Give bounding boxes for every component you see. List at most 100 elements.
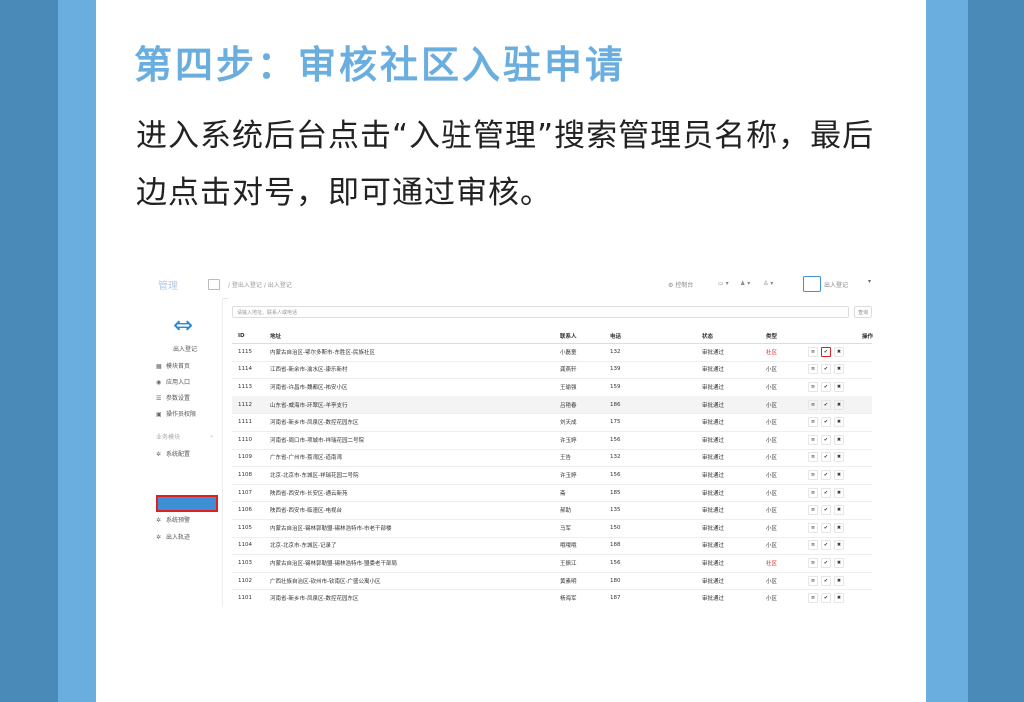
cell-phone: 186	[610, 401, 621, 408]
list-icon[interactable]: ≡	[808, 417, 818, 428]
cell-contact: 郝助	[560, 508, 572, 515]
list-icon[interactable]: ≡	[808, 522, 818, 533]
calendar-dropdown[interactable]: ▭ ▾	[718, 280, 729, 287]
instruction-card: 第四步：审核社区入驻申请 进入系统后台点击“入驻管理”搜索管理员名称，最后边点击…	[96, 0, 926, 702]
cell-status: 审批通过	[702, 490, 725, 497]
reject-x-icon[interactable]: ✖	[834, 381, 844, 392]
sidebar-item-label: 参数设置	[166, 395, 191, 402]
doc-icon: ▣	[156, 411, 162, 418]
header-id: ID	[238, 333, 245, 339]
sidebar-item-home[interactable]: ▦ 模块首页	[156, 360, 216, 374]
table-row: 1113 河南省-许昌市-魏都区-祐安小区 王瑜强 159 审批通过 小区 ≡ ✔ ✖	[232, 378, 872, 397]
row-actions: ≡ ✔ ✖	[808, 572, 868, 590]
approve-check-icon[interactable]: ✔	[821, 540, 831, 551]
list-icon[interactable]: ≡	[808, 540, 818, 551]
list-icon[interactable]: ≡	[808, 346, 818, 357]
cell-status: 审批通过	[702, 349, 725, 356]
header-phone: 电话	[610, 334, 622, 340]
step-description: 进入系统后台点击“入驻管理”搜索管理员名称，最后边点击对号，即可通过审核。	[136, 118, 875, 211]
user-dropdown[interactable]: ♙ ▾	[763, 280, 773, 287]
reject-x-icon[interactable]: ✖	[834, 417, 844, 428]
approve-check-icon[interactable]: ✔	[821, 575, 831, 586]
row-actions: ≡ ✔ ✖	[808, 413, 868, 431]
search-input[interactable]: 请输入地址、联系人或电话	[232, 306, 849, 318]
cell-address: 广西壮族自治区-钦州市-钦南区-广盛公寓小区	[270, 578, 381, 585]
sidebar-item-label: 出入轨迹	[166, 534, 191, 541]
sidebar-item-entry-management[interactable]	[156, 495, 218, 512]
reject-x-icon[interactable]: ✖	[834, 469, 844, 480]
app-name[interactable]: 出入登记	[824, 280, 848, 289]
list-icon[interactable]: ≡	[808, 593, 818, 604]
left-stripe	[58, 0, 96, 702]
cell-address: 内蒙古自治区-锡林郭勒盟-锡林浩特市-盟委老干部局	[270, 560, 397, 567]
approve-check-icon[interactable]: ✔	[821, 593, 831, 604]
list-icon[interactable]: ≡	[808, 381, 818, 392]
cell-type: 小区	[766, 472, 778, 479]
reject-x-icon[interactable]: ✖	[834, 487, 844, 498]
sidebar-item-permissions[interactable]: ▣ 操作员权限	[156, 408, 216, 422]
approve-check-icon[interactable]: ✔	[821, 452, 831, 463]
reject-x-icon[interactable]: ✖	[834, 399, 844, 410]
home-icon[interactable]	[208, 279, 220, 290]
header-contact: 联系人	[560, 334, 577, 340]
row-actions: ≡ ✔ ✖	[808, 537, 868, 555]
approve-check-icon[interactable]: ✔	[821, 364, 831, 375]
cell-id: 1104	[238, 542, 252, 549]
table-row: 1108 北京-北京市-东城区-祥瑞花园二号院 许玉婷 156 审批通过 小区 ≡ ✔ ✖	[232, 466, 872, 485]
approve-check-icon[interactable]: ✔	[821, 505, 831, 516]
cell-phone: 159	[610, 383, 621, 390]
step-heading: 第四步：审核社区入驻申请	[134, 43, 627, 87]
cell-status: 审批通过	[702, 508, 725, 515]
list-icon[interactable]: ≡	[808, 469, 818, 480]
search-button[interactable]: 查询	[854, 306, 872, 318]
list-icon[interactable]: ≡	[808, 399, 818, 410]
approve-check-icon[interactable]: ✔	[821, 399, 831, 410]
list-icon[interactable]: ≡	[808, 505, 818, 516]
approve-check-icon[interactable]: ✔	[821, 381, 831, 392]
table-row: 1111 河南省-新乡市-凤泉区-数控花园东区 刘天成 175 审批通过 小区 ≡ ✔ ✖	[232, 413, 872, 432]
reject-x-icon[interactable]: ✖	[834, 540, 844, 551]
reject-x-icon[interactable]: ✖	[834, 522, 844, 533]
approve-check-icon[interactable]: ✔	[821, 469, 831, 480]
sidebar-item-alert[interactable]: ✲ 系统预警	[156, 514, 216, 528]
approve-check-icon[interactable]: ✔	[821, 487, 831, 498]
reject-x-icon[interactable]: ✖	[834, 557, 844, 568]
approve-check-icon[interactable]: ✔	[821, 417, 831, 428]
sidebar-item-params[interactable]: ☰ 参数设置	[156, 392, 216, 406]
row-actions: ≡ ✔ ✖	[808, 519, 868, 537]
sidebar-item-label: 操作员权限	[166, 411, 197, 418]
list-icon[interactable]: ≡	[808, 364, 818, 375]
app-caret-icon[interactable]: ▾	[868, 278, 871, 285]
list-icon[interactable]: ≡	[808, 575, 818, 586]
cell-address: 北京-北京市-东城区-祥瑞花园二号院	[270, 472, 359, 479]
reject-x-icon[interactable]: ✖	[834, 434, 844, 445]
cell-contact: 哦哦哦	[560, 543, 577, 550]
approve-check-icon[interactable]: ✔	[821, 522, 831, 533]
cell-phone: 156	[610, 559, 621, 566]
sidebar-item-config[interactable]: ✲ 系统配置	[156, 448, 216, 462]
list-icon[interactable]: ≡	[808, 434, 818, 445]
sidebar-item-track[interactable]: ✲ 出入轨迹	[156, 531, 216, 545]
reject-x-icon[interactable]: ✖	[834, 593, 844, 604]
reject-x-icon[interactable]: ✖	[834, 364, 844, 375]
console-link[interactable]: ⚙ 控制台	[668, 280, 693, 289]
reject-x-icon[interactable]: ✖	[834, 505, 844, 516]
sidebar-group-business[interactable]: 业务模块 ⌄	[156, 432, 218, 441]
cell-status: 审批通过	[702, 525, 725, 532]
bell-dropdown[interactable]: ♟ ▾	[740, 280, 750, 287]
cell-contact: 吕艳春	[560, 402, 577, 409]
reject-x-icon[interactable]: ✖	[834, 575, 844, 586]
list-icon[interactable]: ≡	[808, 557, 818, 568]
list-icon[interactable]: ≡	[808, 487, 818, 498]
approve-check-icon[interactable]: ✔	[821, 557, 831, 568]
cell-id: 1101	[238, 595, 252, 602]
reject-x-icon[interactable]: ✖	[834, 452, 844, 463]
approve-check-icon[interactable]: ✔	[821, 434, 831, 445]
approve-check-icon[interactable]: ✔	[821, 346, 831, 357]
reject-x-icon[interactable]: ✖	[834, 346, 844, 357]
cell-address: 内蒙古自治区-鄂尔多斯市-东胜区-民族社区	[270, 349, 375, 356]
sidebar-item-entry[interactable]: ◉ 应用入口	[156, 376, 216, 390]
cell-status: 审批通过	[702, 578, 725, 585]
list-icon[interactable]: ≡	[808, 452, 818, 463]
cell-contact: 许玉婷	[560, 472, 577, 479]
